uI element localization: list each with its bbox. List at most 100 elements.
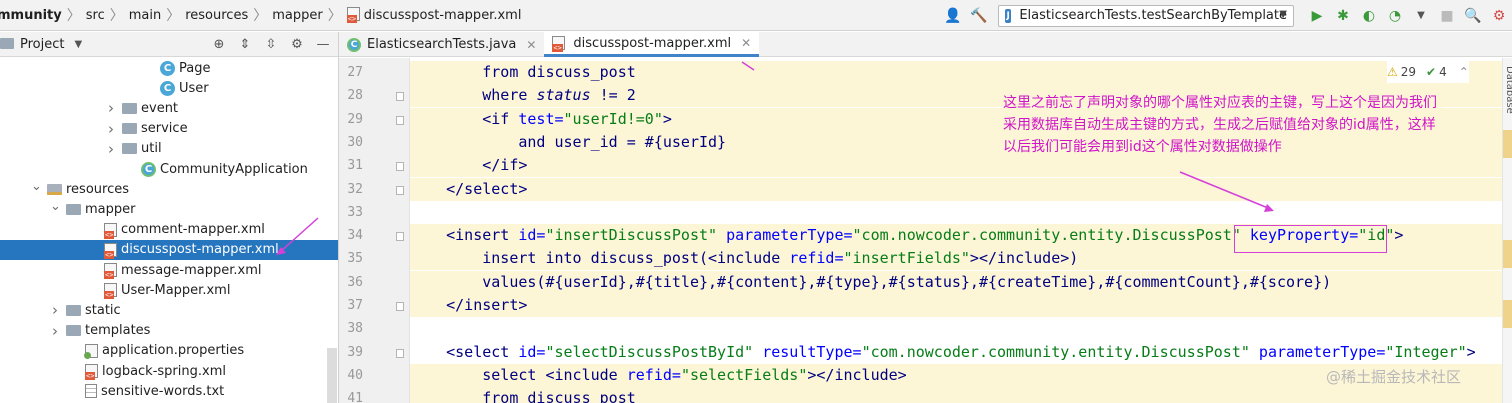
- properties-file-icon: [84, 343, 98, 359]
- line-number: 37: [347, 298, 363, 313]
- project-panel-title[interactable]: Project: [20, 37, 64, 52]
- breadcrumb: mmunity〉 src〉 main〉 resources〉 mapper〉 d…: [0, 0, 526, 30]
- fold-marker[interactable]: [396, 115, 404, 125]
- fold-marker[interactable]: [396, 302, 404, 311]
- coverage-icon[interactable]: ◐: [1358, 5, 1380, 27]
- xml-file-icon: [552, 36, 566, 52]
- project-panel-tools: ⊕ ⇕ ⇳ ⚙ —: [204, 34, 334, 54]
- tree-item[interactable]: C User: [0, 78, 338, 98]
- tree-item[interactable]: comment-mapper.xml: [0, 220, 338, 240]
- tree-item[interactable]: › service: [0, 119, 338, 139]
- chevron-right-icon[interactable]: ›: [50, 322, 60, 340]
- run-configuration-select[interactable]: J ElasticsearchTests.testSearchByTemplat…: [998, 4, 1294, 27]
- tree-item[interactable]: logback-spring.xml: [0, 361, 338, 381]
- chevron-down-icon[interactable]: ⌄: [50, 199, 61, 214]
- tree-item[interactable]: C Page: [0, 58, 338, 78]
- search-icon[interactable]: 🔍: [1462, 5, 1484, 27]
- tree-item[interactable]: User-Mapper.xml: [0, 280, 338, 300]
- chevron-down-icon[interactable]: ▼: [74, 39, 82, 50]
- stop-icon[interactable]: ■: [1436, 5, 1458, 27]
- fold-marker[interactable]: [396, 162, 404, 172]
- tab-discusspost-mapper[interactable]: discusspost-mapper.xml ✕: [544, 32, 760, 57]
- line-number: 40: [347, 367, 363, 383]
- project-panel-header: Project ▼ ⊕ ⇕ ⇳ ⚙ —: [0, 32, 338, 57]
- collapse-all-icon[interactable]: ⇳: [260, 34, 282, 54]
- breadcrumb-item[interactable]: resources: [180, 8, 253, 23]
- code-line[interactable]: from discuss_post: [410, 387, 1502, 403]
- check-icon: ✔: [1426, 65, 1437, 79]
- code-line[interactable]: values(#{userId},#{title},#{content},#{t…: [410, 270, 1502, 294]
- tree-item[interactable]: sensitive-words.txt: [0, 381, 338, 401]
- fold-marker[interactable]: [396, 92, 404, 102]
- chevron-right-icon[interactable]: ›: [106, 120, 116, 138]
- debug-icon[interactable]: ✱: [1332, 5, 1354, 27]
- tree-item[interactable]: discusspost-mapper.xml: [0, 239, 338, 260]
- chevron-down-icon[interactable]: ⌄: [31, 179, 42, 194]
- tree-item[interactable]: application.properties: [0, 341, 338, 361]
- chevron-right-icon[interactable]: ›: [106, 140, 116, 158]
- line-number: 35: [347, 251, 363, 267]
- breadcrumb-item-current[interactable]: discusspost-mapper.xml: [342, 7, 527, 23]
- code-line[interactable]: [410, 317, 1502, 340]
- profile-icon[interactable]: ◔: [1384, 5, 1406, 27]
- tree-item[interactable]: C CommunityApplication: [0, 159, 338, 179]
- gear-icon[interactable]: ⚙: [286, 34, 308, 54]
- database-tool-label[interactable]: Database: [1504, 66, 1512, 114]
- tree-item-label: logback-spring.xml: [102, 363, 226, 379]
- tab-label: ElasticsearchTests.java: [367, 37, 517, 52]
- change-marker[interactable]: [1503, 300, 1512, 328]
- folder-icon: [66, 304, 81, 316]
- code-line[interactable]: [410, 201, 1502, 224]
- breadcrumb-item[interactable]: mapper: [267, 8, 327, 23]
- fold-marker[interactable]: [396, 232, 404, 242]
- run-icon[interactable]: ▶: [1306, 5, 1328, 27]
- chevron-right-icon: 〉: [327, 8, 342, 24]
- more-chevron-icon[interactable]: ▼: [1410, 5, 1432, 27]
- ok-count: 4: [1439, 65, 1447, 79]
- tree-item[interactable]: message-mapper.xml: [0, 260, 338, 280]
- tree-item-label: event: [141, 100, 179, 116]
- tree-item-label: application.properties: [102, 343, 245, 359]
- inspection-widget[interactable]: ⚠ 29 ✔ 4 ⌃: [1387, 61, 1469, 83]
- code-line[interactable]: </select>: [410, 177, 1502, 201]
- change-marker[interactable]: [1503, 130, 1512, 158]
- change-marker[interactable]: [1503, 240, 1512, 268]
- build-hammer-icon[interactable]: 🔨: [968, 5, 990, 27]
- breadcrumb-item[interactable]: src: [81, 8, 110, 23]
- code-line[interactable]: insert into discuss_post(<include refid=…: [410, 247, 1502, 271]
- tree-item-label: static: [85, 302, 121, 318]
- chevron-right-icon[interactable]: ›: [106, 99, 116, 117]
- annotation-note: 这里之前忘了声明对象的哪个属性对应表的主键，写上这个是因为我们采用数据库自动生成…: [1003, 92, 1443, 158]
- tree-item-label: mapper: [85, 201, 136, 217]
- line-number: 29: [347, 111, 363, 127]
- folder-icon: [66, 203, 81, 215]
- fold-marker[interactable]: [396, 185, 404, 195]
- hide-icon[interactable]: —: [312, 34, 334, 54]
- tree-item[interactable]: › event: [0, 98, 338, 118]
- user-icon[interactable]: 👤: [942, 5, 964, 27]
- code-line[interactable]: <insert id="insertDiscussPost" parameter…: [410, 224, 1502, 248]
- tree-item-label: templates: [85, 323, 151, 339]
- locate-icon[interactable]: ⊕: [208, 34, 230, 54]
- close-icon[interactable]: ✕: [741, 36, 751, 50]
- chevron-right-icon[interactable]: ›: [50, 301, 60, 319]
- spring-app-icon: C: [141, 161, 156, 177]
- tree-scrollbar[interactable]: [327, 348, 337, 403]
- breadcrumb-item[interactable]: main: [124, 8, 166, 23]
- warning-count: 29: [1400, 65, 1417, 79]
- settings-icon[interactable]: ⚙: [1488, 5, 1510, 27]
- code-line[interactable]: <select id="selectDiscussPostById" resul…: [410, 341, 1502, 364]
- close-icon[interactable]: ✕: [526, 38, 536, 52]
- expand-all-icon[interactable]: ⇕: [234, 34, 256, 54]
- tree-item[interactable]: › templates: [0, 321, 338, 341]
- chevron-up-icon[interactable]: ⌃: [1459, 65, 1469, 79]
- code-line[interactable]: from discuss_post: [410, 61, 1502, 84]
- code-line[interactable]: </insert>: [410, 294, 1502, 317]
- tab-elasticsearch-tests[interactable]: C ElasticsearchTests.java ✕: [339, 32, 544, 57]
- tree-item[interactable]: ⌄ mapper: [0, 199, 338, 219]
- tree-item[interactable]: ⌄ resources: [0, 179, 338, 199]
- breadcrumb-item[interactable]: mmunity: [0, 8, 67, 23]
- fold-marker[interactable]: [396, 348, 404, 358]
- tree-item[interactable]: › util: [0, 139, 338, 159]
- tree-item[interactable]: › static: [0, 300, 338, 320]
